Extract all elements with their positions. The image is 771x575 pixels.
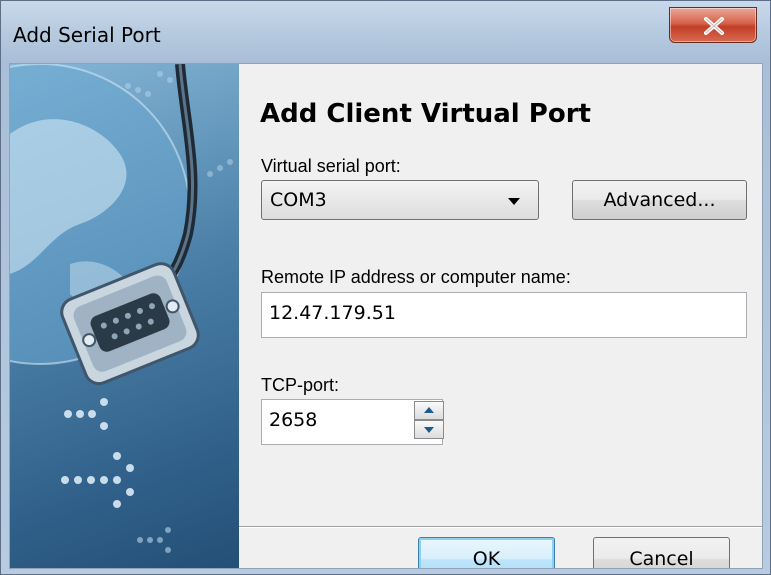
dialog-window: Add Serial Port Add Client Virtual Port … (0, 0, 771, 575)
close-icon (704, 17, 724, 35)
virtual-port-select[interactable]: COM3 (261, 180, 539, 220)
tcp-port-stepper[interactable] (414, 401, 444, 439)
close-button[interactable] (669, 7, 757, 43)
wizard-banner-image (10, 64, 239, 568)
ok-button[interactable]: OK (418, 537, 555, 568)
chevron-down-icon (508, 198, 520, 205)
spin-down-icon (424, 427, 434, 433)
cancel-button[interactable]: Cancel (593, 537, 730, 568)
virtual-port-value: COM3 (270, 189, 327, 211)
dialog-client-area: Add Client Virtual Port Virtual serial p… (9, 63, 763, 569)
footer-divider-highlight (239, 527, 762, 528)
advanced-button[interactable]: Advanced... (572, 180, 747, 220)
dialog-content: Add Client Virtual Port Virtual serial p… (239, 64, 762, 568)
remote-address-label: Remote IP address or computer name: (261, 267, 571, 287)
spin-up-button[interactable] (414, 401, 444, 420)
page-title: Add Client Virtual Port (260, 99, 591, 129)
tcp-port-label: TCP-port: (261, 375, 340, 395)
tcp-port-value: 2658 (269, 409, 318, 431)
virtual-port-label: Virtual serial port: (261, 156, 401, 176)
window-title: Add Serial Port (13, 23, 161, 47)
remote-address-value: 12.47.179.51 (269, 302, 396, 324)
spin-up-icon (424, 407, 434, 413)
remote-address-input[interactable]: 12.47.179.51 (261, 292, 747, 338)
spin-down-button[interactable] (414, 420, 444, 439)
